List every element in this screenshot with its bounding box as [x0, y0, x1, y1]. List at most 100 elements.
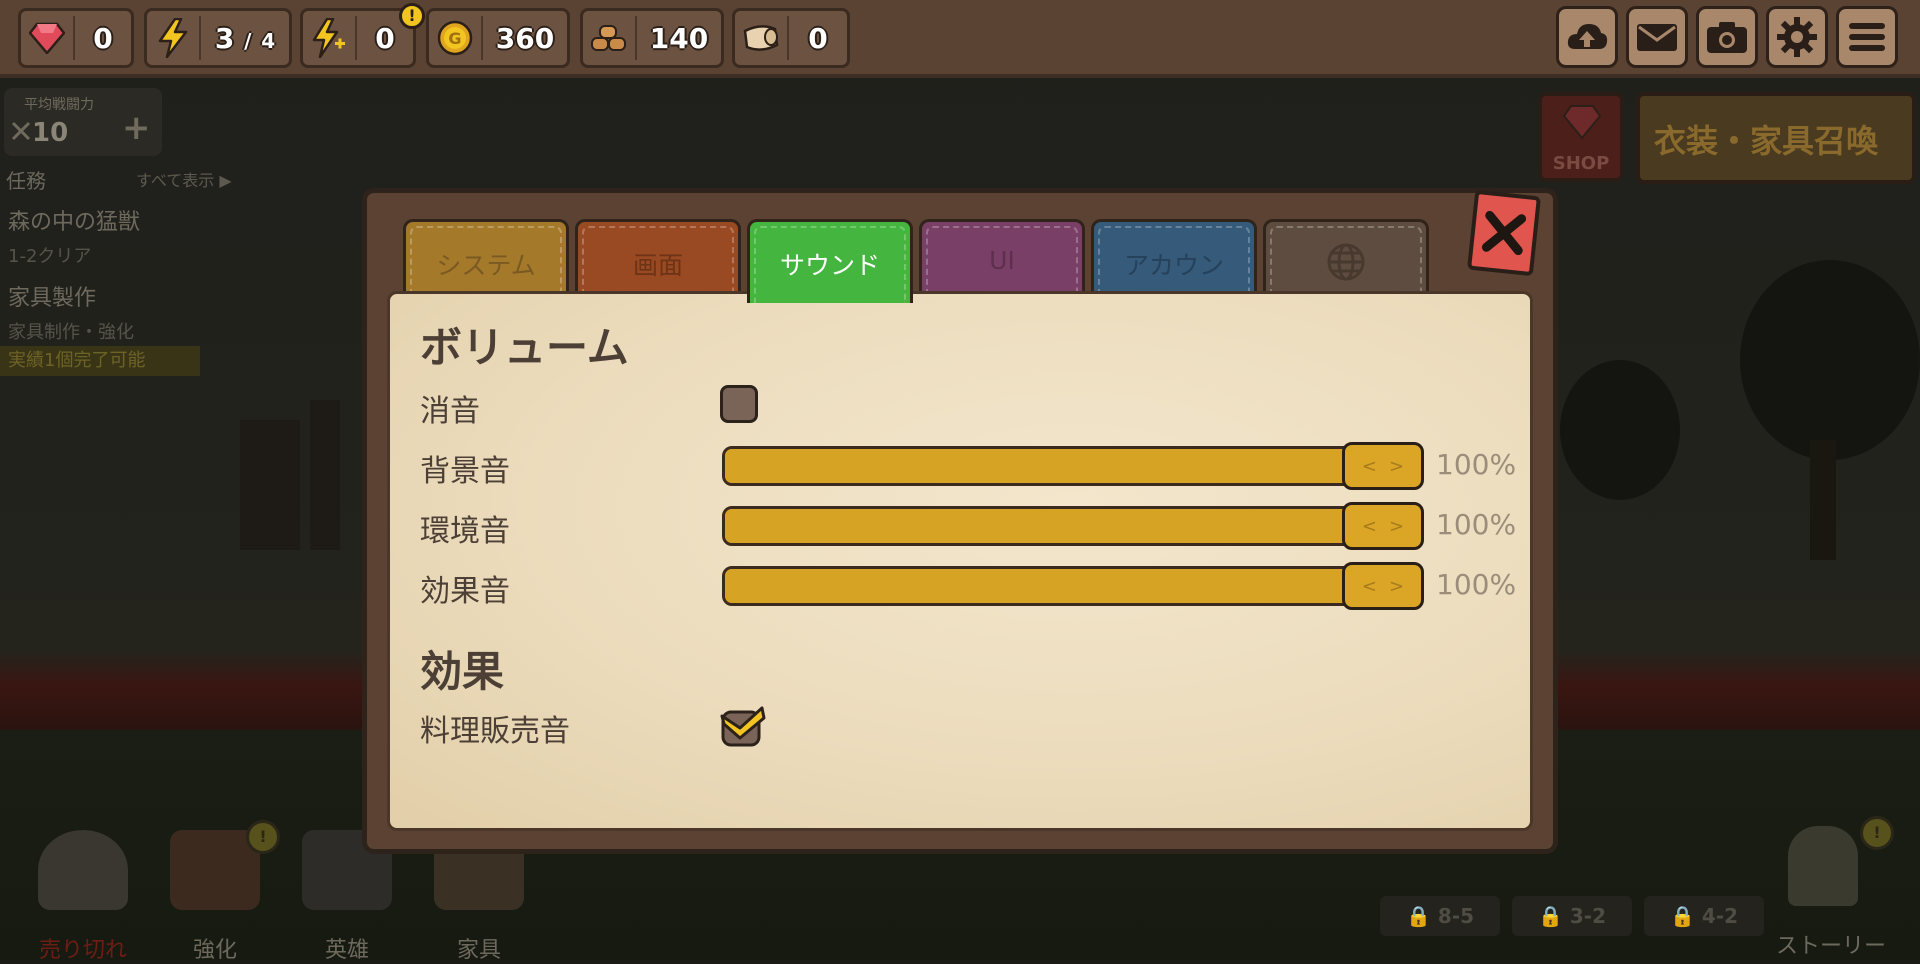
cloth-roll-icon [735, 11, 787, 65]
lightning-icon [147, 11, 199, 65]
locked-stage-button[interactable]: 🔒 3-2 [1512, 896, 1632, 936]
quest-item[interactable]: 家具製作 家具制作・強化 [0, 280, 200, 344]
chef-hat-icon [38, 830, 128, 910]
quest-subtitle: 1-2クリア [8, 246, 92, 267]
enhance-button[interactable]: 強化 ! [150, 820, 280, 963]
story-label: ストーリー [1775, 934, 1886, 959]
bonus-stamina-counter[interactable]: 0 ! [300, 3, 425, 68]
stamina-max: 4 [261, 28, 276, 53]
quest-title: 家具製作 [8, 286, 97, 311]
bgm-volume-value: 100% [1436, 448, 1517, 481]
slider-handle[interactable]: < > [1342, 502, 1424, 550]
slider-handle[interactable]: < > [1342, 442, 1424, 490]
enhance-label: 強化 [192, 938, 237, 963]
volume-heading: ボリューム [420, 323, 629, 372]
menu-button[interactable] [1836, 6, 1898, 68]
locked-stage-button[interactable]: 🔒 8-5 [1380, 896, 1500, 936]
alert-badge-icon: ! [399, 3, 425, 29]
gem-counter[interactable]: 0 [18, 8, 134, 68]
heroes-label: 英雄 [324, 938, 369, 963]
tab-system[interactable]: システム [403, 219, 569, 297]
power-add-button[interactable]: + [122, 108, 151, 148]
arrow-left-icon: < [1361, 515, 1377, 537]
arrow-right-icon: > [1389, 575, 1405, 597]
power-value: 10 [32, 118, 69, 148]
bgm-volume-label: 背景音 [420, 454, 510, 489]
camera-button[interactable] [1696, 6, 1758, 68]
shop-sold-out-button[interactable]: 売り切れ [18, 820, 148, 963]
mail-icon [1637, 24, 1677, 51]
power-label: 平均戦闘力 [24, 97, 94, 113]
quest-header-title: 任務 [6, 169, 46, 193]
bgm-volume-slider[interactable]: < > [722, 442, 1424, 490]
cloud-upload-icon [1567, 24, 1608, 49]
cloud-upload-button[interactable] [1556, 6, 1618, 68]
ambient-volume-value: 100% [1436, 508, 1517, 541]
quest-item[interactable]: 森の中の猛獣 1-2クリア [0, 204, 200, 268]
gem-icon [21, 11, 73, 65]
tab-screen[interactable]: 画面 [575, 219, 741, 297]
cloth-counter[interactable]: 0 [732, 8, 850, 68]
stamina-separator: / [244, 28, 252, 53]
gem-count: 0 [93, 21, 113, 55]
costume-furniture-summon-banner[interactable]: 衣装・家具召喚 [1636, 92, 1916, 184]
tab-ui[interactable]: UI [919, 219, 1085, 297]
tree-canopy [1560, 360, 1680, 500]
stage-label: 8-5 [1437, 904, 1474, 928]
mute-label: 消音 [420, 394, 480, 429]
arrow-left-icon: < [1361, 455, 1377, 477]
ambient-volume-slider[interactable]: < > [722, 502, 1424, 550]
tree-canopy [1740, 260, 1920, 460]
slider-handle[interactable]: < > [1342, 562, 1424, 610]
gold-coin-icon: G [429, 11, 481, 65]
top-resource-bar: 0 3 / 4 0 ! G 360 140 0 [0, 0, 1920, 78]
lightning-plus-icon [303, 11, 355, 65]
stamina-value: 3 / 4 [201, 22, 289, 55]
stamina-current: 3 [214, 21, 235, 55]
settings-gear-icon [1777, 17, 1817, 57]
alert-badge-icon: ! [1860, 816, 1894, 850]
tab-sound[interactable]: サウンド [747, 219, 913, 303]
sfx-volume-label: 効果音 [420, 574, 510, 609]
arrow-left-icon: < [1361, 575, 1377, 597]
effects-heading: 効果 [420, 647, 505, 696]
arrow-right-icon: > [1389, 515, 1405, 537]
slider-fill [725, 449, 1386, 483]
sfx-volume-value: 100% [1436, 568, 1517, 601]
mail-button[interactable] [1626, 6, 1688, 68]
settings-button[interactable] [1766, 6, 1828, 68]
slider-fill [725, 569, 1386, 603]
quest-title: 森の中の猛獣 [8, 210, 141, 235]
wood-count: 140 [649, 21, 709, 55]
sfx-volume-slider[interactable]: < > [722, 562, 1424, 610]
summon-label: 衣装・家具召喚 [1654, 122, 1879, 160]
shop-label: SHOP [1552, 153, 1610, 174]
average-power-panel[interactable]: 平均戦闘力 10 + [4, 88, 162, 156]
shop-button[interactable]: SHOP [1538, 92, 1624, 182]
quest-header: 任務 すべて表示 ▶ [6, 165, 246, 194]
shop-gem-icon [1562, 105, 1602, 140]
story-tombstone-icon [1788, 826, 1858, 906]
arrow-right-icon: > [1389, 455, 1405, 477]
slider-fill [725, 509, 1386, 543]
stamina-counter[interactable]: 3 / 4 [144, 8, 292, 68]
tab-language[interactable] [1263, 219, 1429, 297]
wood-counter[interactable]: 140 [580, 8, 724, 68]
achievement-notice[interactable]: 実績1個完了可能 [0, 346, 200, 376]
story-button[interactable]: ストーリー ! [1766, 816, 1896, 959]
cooking-sale-sound-checkbox[interactable] [720, 704, 766, 747]
stage-label: 4-2 [1701, 904, 1738, 928]
locked-stage-button[interactable]: 🔒 4-2 [1644, 896, 1764, 936]
settings-dialog: システム 画面 サウンド UI アカウン ボリューム 消音 背景音 < > 100… [362, 188, 1558, 854]
quest-subtitle: 家具制作・強化 [8, 322, 134, 343]
sold-out-label: 売り切れ [38, 938, 127, 963]
mute-checkbox[interactable] [720, 385, 758, 423]
ruin-pillar [310, 400, 340, 550]
quest-show-all-link[interactable]: すべて表示 ▶ [136, 167, 232, 191]
checkmark-icon [720, 706, 766, 747]
close-button[interactable] [1466, 189, 1542, 277]
tab-account[interactable]: アカウン [1091, 219, 1257, 297]
svg-text:G: G [448, 29, 461, 48]
close-icon [1481, 210, 1527, 256]
gold-counter[interactable]: G 360 [426, 8, 570, 68]
